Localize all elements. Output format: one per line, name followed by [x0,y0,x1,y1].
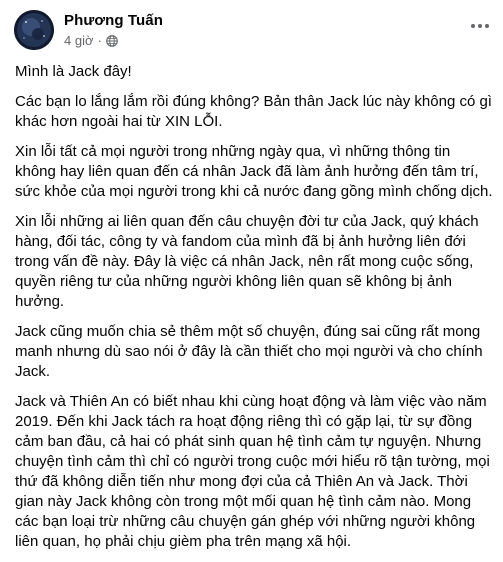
post-meta: 4 giờ · [64,33,118,49]
facebook-post: Phương Tuấn 4 giờ · Mình là Jack đây! Cá… [0,0,503,550]
globe-icon[interactable] [105,35,118,47]
post-paragraph: Mình là Jack đây! [15,63,132,80]
post-paragraph: Jack và Thiên An có biết nhau khi cùng h… [15,393,490,550]
post-paragraph: Xin lỗi tất cả mọi người trong những ngà… [15,143,493,200]
post-paragraph: Xin lỗi những ai liên quan đến câu chuyệ… [15,213,479,310]
avatar[interactable] [14,10,54,50]
post-body: Mình là Jack đây! Các bạn lo lắng lắm rồ… [15,62,495,562]
post-time[interactable]: 4 giờ [64,33,94,49]
post-paragraph: Các bạn lo lắng lắm rồi đúng không? Bản … [15,93,492,130]
more-dot [478,24,482,28]
meta-separator: · [97,33,102,48]
avatar-image [14,10,54,50]
post-header: Phương Tuấn 4 giờ · [14,10,494,54]
more-dot [485,24,489,28]
post-paragraph: Jack cũng muốn chia sẻ thêm một số chuyệ… [15,323,483,380]
more-dot [471,24,475,28]
more-options-icon[interactable] [466,16,494,36]
author-name[interactable]: Phương Tuấn [64,12,163,30]
